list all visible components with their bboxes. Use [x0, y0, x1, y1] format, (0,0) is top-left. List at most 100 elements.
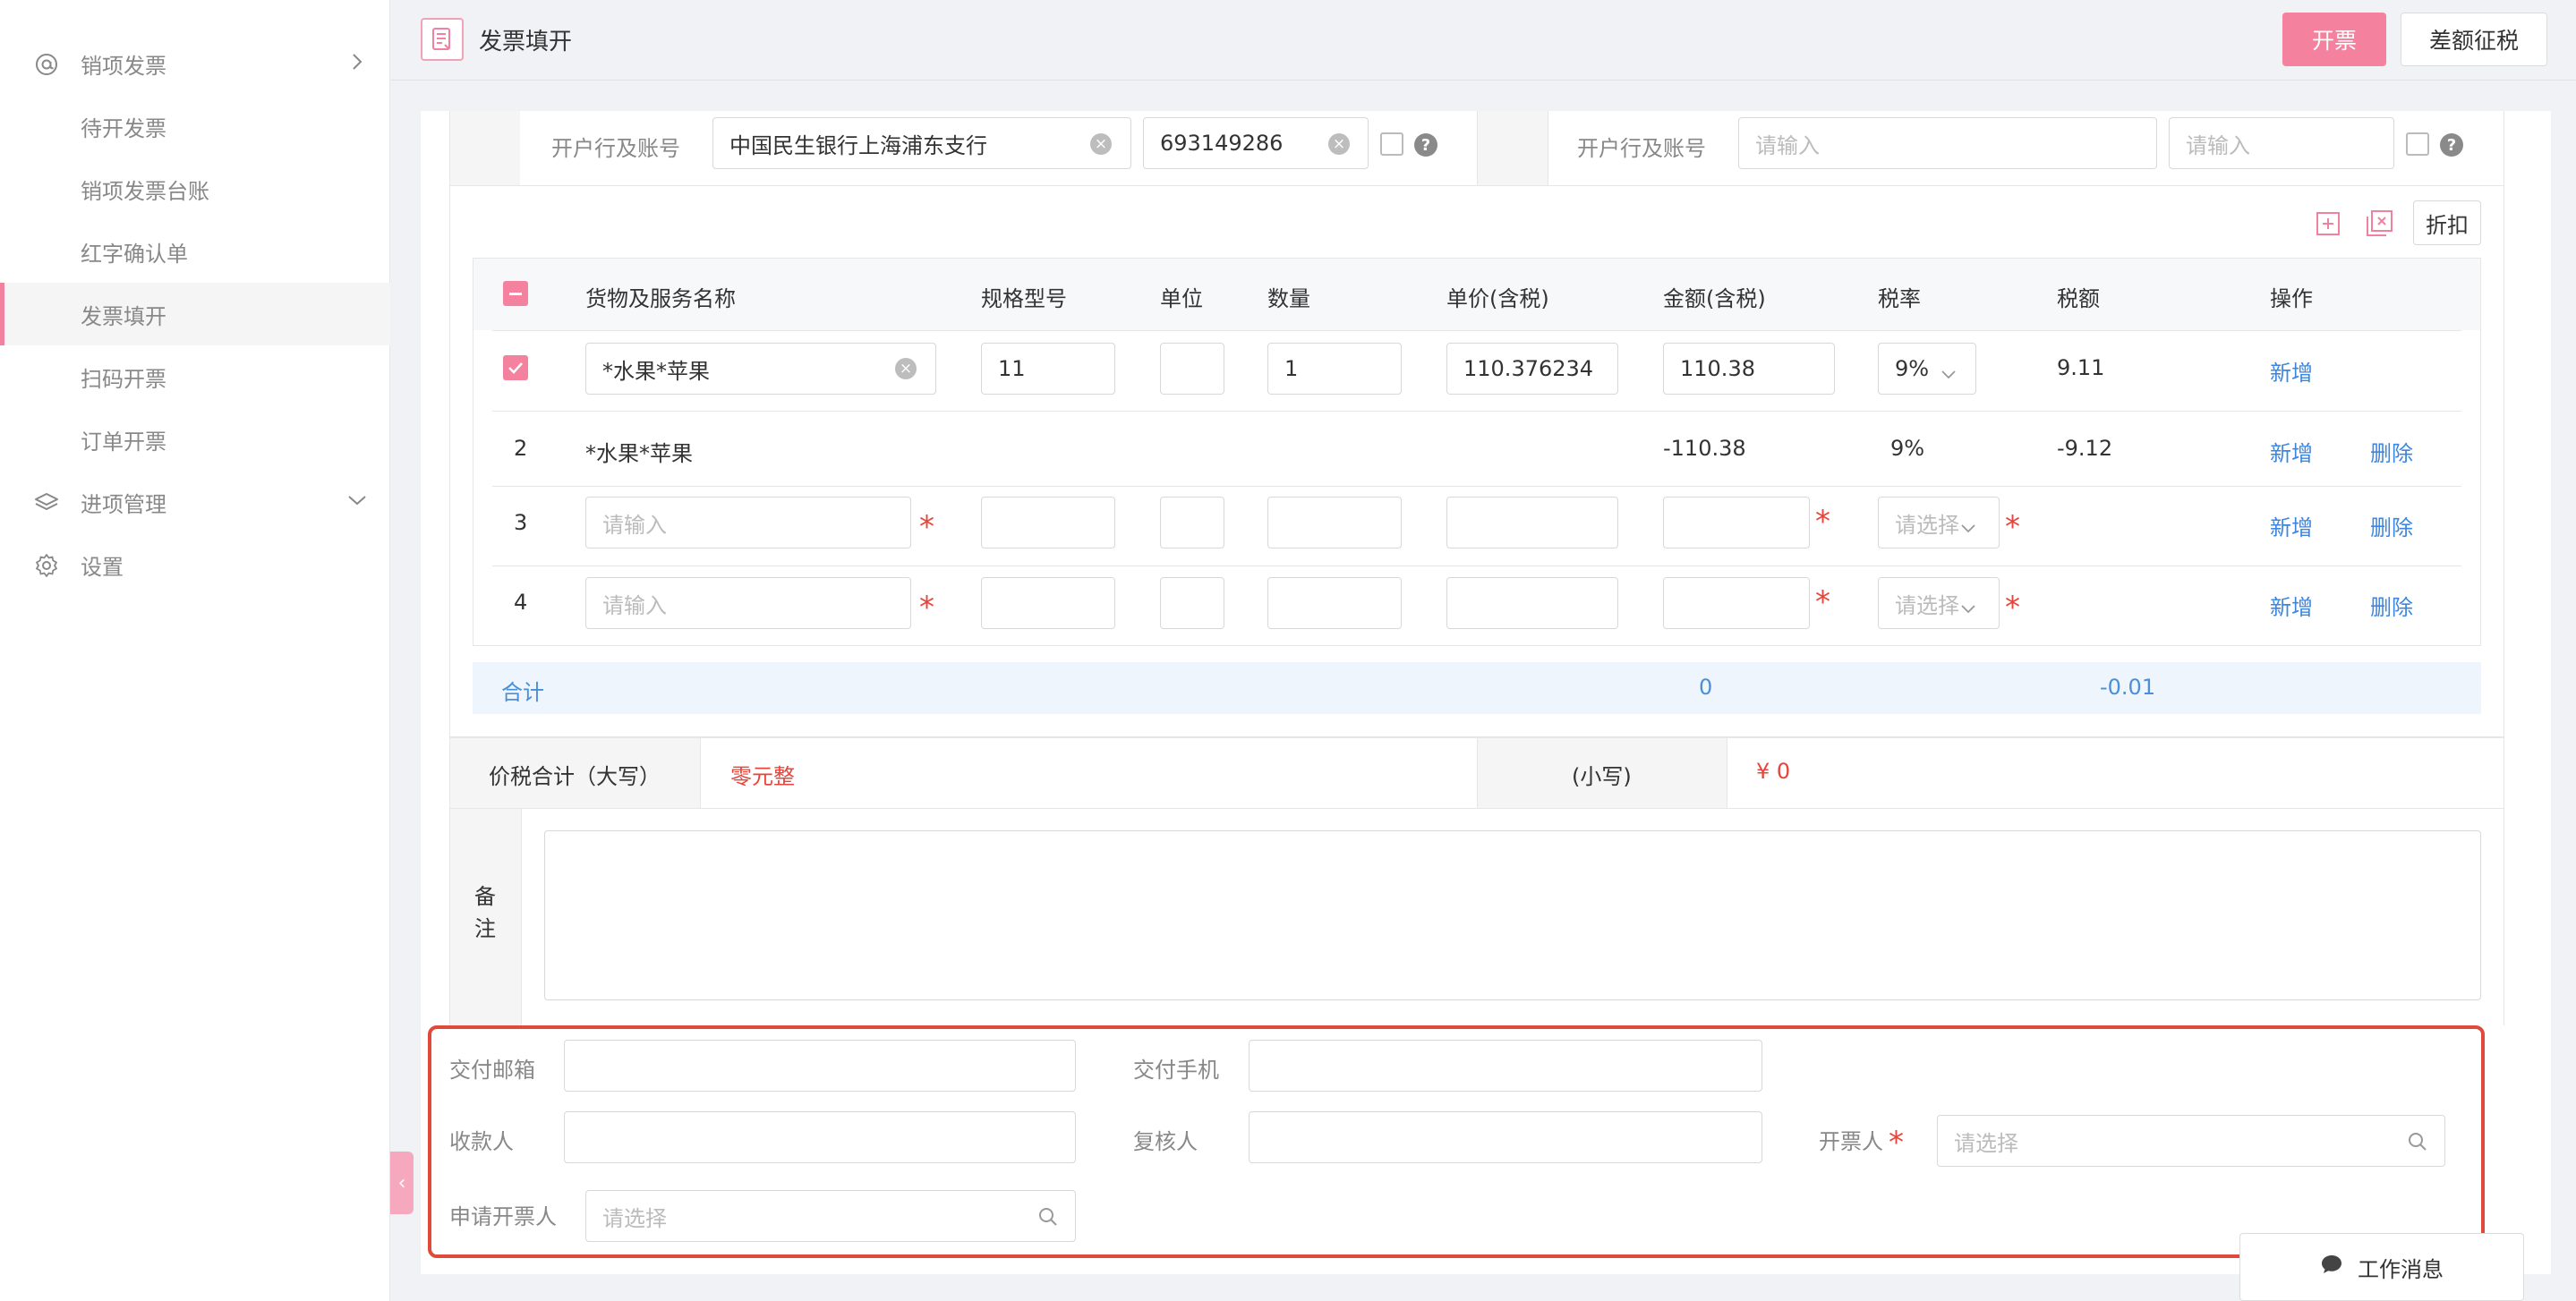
invoice-icon — [421, 18, 464, 61]
row3-rate-select[interactable]: 请选择 — [1878, 497, 2000, 548]
chevron-right-icon — [345, 50, 369, 73]
work-message-button[interactable]: 工作消息 — [2239, 1233, 2524, 1301]
row2-amount: -110.38 — [1663, 436, 1746, 461]
row1-rate-select[interactable]: 9% — [1878, 343, 1976, 395]
highlight-box — [428, 1025, 2485, 1258]
col-header-tax: 税额 — [2057, 286, 2100, 311]
clear-icon[interactable]: × — [1328, 133, 1350, 155]
sidebar-item-label: 销项发票 — [81, 53, 166, 79]
row3-unit-input[interactable] — [1160, 497, 1224, 548]
row1-name-input[interactable]: *水果*苹果 — [585, 343, 936, 395]
seller-bank-checkbox[interactable] — [1380, 132, 1403, 156]
sidebar-item-label: 待开发票 — [81, 115, 166, 141]
row2-delete-link[interactable]: 删除 — [2370, 436, 2413, 467]
issue-invoice-button[interactable]: 开票 — [2282, 13, 2386, 66]
help-icon[interactable]: ? — [1414, 133, 1437, 157]
required-mark: * — [1815, 504, 1830, 540]
row1-price-input[interactable]: 110.376234 — [1446, 343, 1618, 395]
chevron-down-icon — [1960, 596, 1976, 614]
sidebar-item-label: 进项管理 — [81, 491, 166, 517]
row4-qty-input[interactable] — [1267, 577, 1402, 629]
seller-bank-label: 开户行及账号 — [551, 136, 680, 161]
sidebar-item-label: 订单开票 — [81, 429, 166, 455]
row4-price-input[interactable] — [1446, 577, 1618, 629]
sidebar-item-settings[interactable]: 设置 — [0, 533, 390, 596]
sidebar-item-sales-invoice[interactable]: 销项发票 — [0, 32, 390, 95]
sidebar-item-scan-invoice[interactable]: 扫码开票 — [0, 345, 390, 408]
clear-icon[interactable]: × — [895, 358, 917, 379]
buyer-bank-checkbox[interactable] — [2406, 132, 2429, 156]
row-checkbox[interactable] — [503, 355, 528, 380]
clear-icon[interactable]: × — [1090, 133, 1112, 155]
row3-price-input[interactable] — [1446, 497, 1618, 548]
row3-index: 3 — [514, 510, 528, 535]
col-header-unit: 单位 — [1160, 286, 1203, 311]
row3-qty-input[interactable] — [1267, 497, 1402, 548]
add-row-icon[interactable] — [2316, 211, 2341, 236]
chat-icon — [2320, 1254, 2343, 1280]
row3-delete-link[interactable]: 删除 — [2370, 510, 2413, 541]
seller-bank-input[interactable]: 中国民生银行上海浦东支行 — [712, 117, 1131, 169]
col-header-name: 货物及服务名称 — [585, 286, 736, 311]
discount-button[interactable]: 折扣 — [2413, 200, 2481, 245]
row4-amount-input[interactable] — [1663, 577, 1810, 629]
total-amount: 0 — [1699, 675, 1713, 700]
buyer-bank-input[interactable]: 请输入 — [1738, 117, 2157, 169]
sidebar-item-order-invoice[interactable]: 订单开票 — [0, 408, 390, 471]
sidebar-item-label: 设置 — [81, 554, 124, 580]
row4-rate-select[interactable]: 请选择 — [1878, 577, 2000, 629]
buyer-account-placeholder: 请输入 — [2186, 132, 2250, 158]
row4-add-link[interactable]: 新增 — [2270, 590, 2313, 621]
sidebar-item-label: 销项发票台账 — [81, 178, 209, 204]
row1-price-value: 110.376234 — [1463, 356, 1594, 381]
row1-unit-input[interactable] — [1160, 343, 1224, 395]
remarks-textarea[interactable] — [544, 830, 2481, 1000]
row1-qty-input[interactable]: 1 — [1267, 343, 1402, 395]
row4-spec-input[interactable] — [981, 577, 1115, 629]
sum-lower-label: (小写) — [1572, 764, 1632, 789]
bank-row-gutter — [450, 111, 520, 185]
row1-name-value: *水果*苹果 — [602, 358, 710, 384]
chevron-down-icon — [1960, 515, 1976, 533]
row4-name-input[interactable]: 请输入 — [585, 577, 911, 629]
row1-amount-input[interactable]: 110.38 — [1663, 343, 1835, 395]
col-header-price: 单价(含税) — [1446, 286, 1549, 311]
delete-rows-icon[interactable] — [2365, 209, 2393, 238]
required-mark: * — [2005, 509, 2020, 545]
sidebar-item-input-management[interactable]: 进项管理 — [0, 471, 390, 533]
layers-icon — [34, 490, 59, 515]
row3-spec-input[interactable] — [981, 497, 1115, 548]
row2-add-link[interactable]: 新增 — [2270, 436, 2313, 467]
sidebar-item-invoice-fill[interactable]: 发票填开 — [0, 283, 390, 345]
sidebar-item-red-confirm[interactable]: 红字确认单 — [0, 220, 390, 283]
sidebar-item-sales-ledger[interactable]: 销项发票台账 — [0, 157, 390, 220]
row3-add-link[interactable]: 新增 — [2270, 510, 2313, 541]
required-mark: * — [1815, 584, 1830, 620]
sidebar: 销项发票 待开发票 销项发票台账 红字确认单 发票填开 扫码开票 订单开票 进项… — [0, 0, 390, 1301]
row3-amount-input[interactable] — [1663, 497, 1810, 548]
row4-delete-link[interactable]: 删除 — [2370, 590, 2413, 621]
col-header-spec: 规格型号 — [981, 286, 1067, 311]
row1-add-link[interactable]: 新增 — [2270, 355, 2313, 387]
buyer-account-input[interactable]: 请输入 — [2169, 117, 2394, 169]
diff-tax-button[interactable]: 差额征税 — [2401, 13, 2547, 66]
row2-tax: -9.12 — [2057, 436, 2113, 461]
row2-name: *水果*苹果 — [585, 441, 693, 466]
chevron-down-icon — [345, 489, 369, 512]
sidebar-item-label: 发票填开 — [81, 303, 166, 329]
row4-rate-placeholder: 请选择 — [1895, 592, 1959, 618]
required-mark: * — [919, 590, 934, 625]
help-icon[interactable]: ? — [2440, 133, 2463, 157]
work-message-label: 工作消息 — [2358, 1256, 2444, 1282]
sum-upper-value: 零元整 — [730, 764, 795, 789]
sum-upper-label: 价税合计（大写） — [489, 764, 661, 789]
col-header-amount: 金额(含税) — [1663, 286, 1766, 311]
total-row — [473, 662, 2481, 714]
sidebar-collapse-handle[interactable]: ‹ — [390, 1152, 414, 1214]
row3-name-input[interactable]: 请输入 — [585, 497, 911, 548]
row4-unit-input[interactable] — [1160, 577, 1224, 629]
select-all-checkbox[interactable] — [503, 281, 528, 306]
row1-spec-input[interactable]: 11 — [981, 343, 1115, 395]
col-header-rate: 税率 — [1878, 286, 1921, 311]
sidebar-item-pending-invoice[interactable]: 待开发票 — [0, 95, 390, 157]
